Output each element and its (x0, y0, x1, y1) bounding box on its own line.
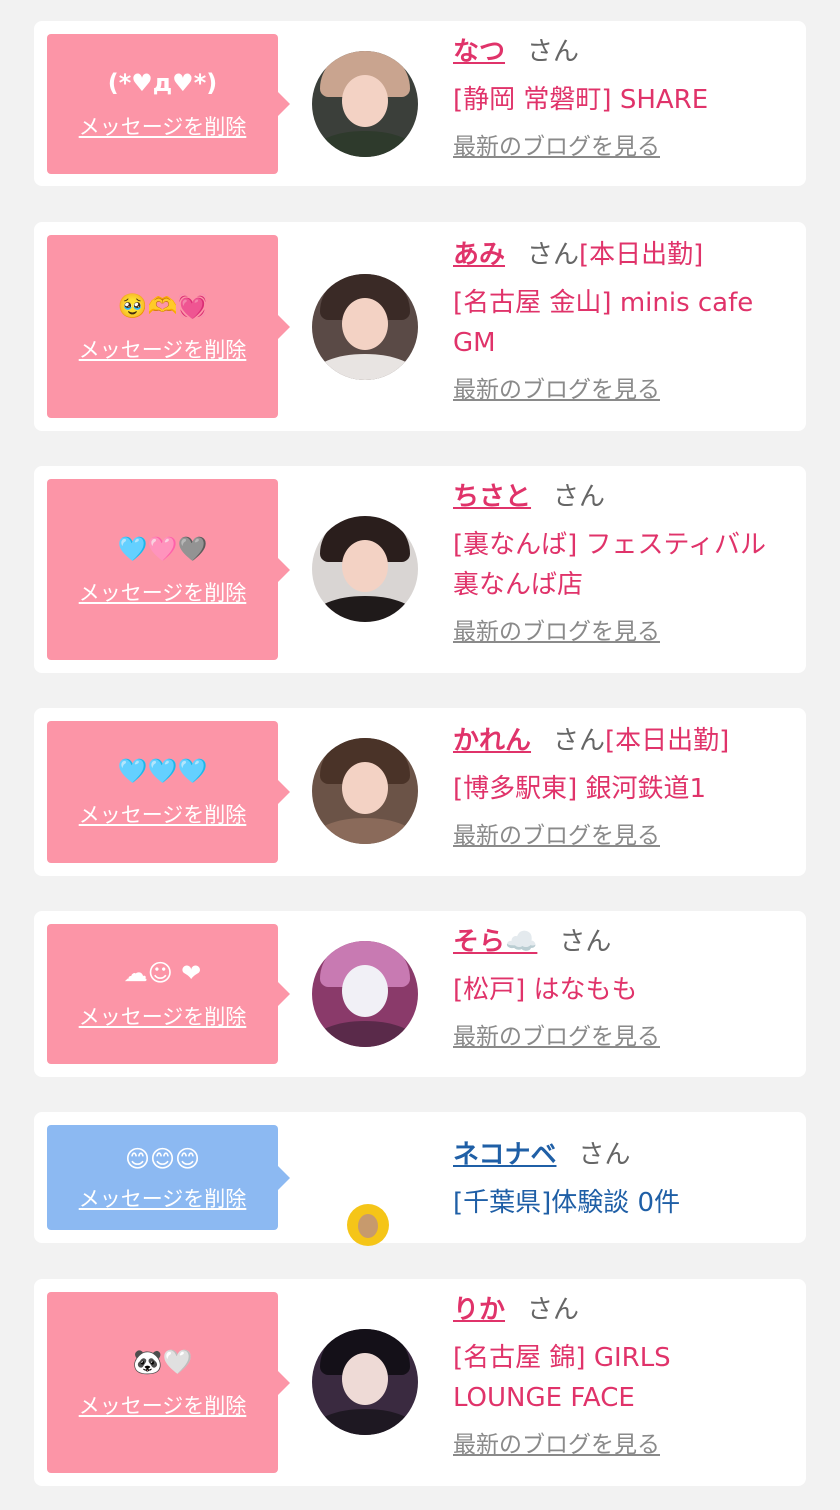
latest-blog-link[interactable]: 最新のブログを見る (453, 1022, 790, 1052)
message-text: 😊😊😊 (124, 1144, 201, 1173)
profile-name-link[interactable]: かれん (453, 726, 531, 756)
avatar[interactable] (312, 1329, 418, 1435)
shop-text: [静岡 常磐町] SHARE (453, 85, 709, 115)
shop-text: [名古屋 金山] minis cafe GM (453, 288, 754, 358)
message-card: 🐼🤍 メッセージを削除 りか さん [名古屋 錦] GIRLS LOUNGE FA… (34, 1279, 806, 1486)
avatar[interactable] (312, 274, 418, 380)
message-card: 🥹🫶💓 メッセージを削除 あみ さん[本日出勤] [名古屋 金山] minis c… (34, 222, 806, 431)
delete-message-link[interactable]: メッセージを削除 (79, 1393, 247, 1419)
name-line: そら☁️ さん (453, 925, 790, 959)
name-line: あみ さん[本日出勤] (453, 238, 790, 272)
avatar-face (342, 75, 388, 127)
name-line: かれん さん[本日出勤] (453, 724, 790, 758)
status-badge: [本日出勤] (579, 240, 704, 270)
profile-info: りか さん [名古屋 錦] GIRLS LOUNGE FACE 最新のブログを見る (453, 1293, 790, 1460)
message-text: 🩵🩵🩵 (117, 757, 208, 785)
avatar[interactable] (312, 51, 418, 157)
profile-info: あみ さん[本日出勤] [名古屋 金山] minis cafe GM 最新のブログ… (453, 238, 790, 405)
message-card: 🩵🩵🩵 メッセージを削除 かれん さん[本日出勤] [博多駅東] 銀河鉄道1 最新… (34, 708, 806, 876)
message-text: 🥹🫶💓 (117, 291, 208, 320)
avatar-face (342, 298, 388, 350)
shop-text: [千葉県]体験談 0件 (453, 1188, 681, 1218)
honorific: さん (527, 1295, 580, 1325)
profile-name-link[interactable]: ちさと (453, 482, 531, 512)
message-card: 🩵🩷🩶 メッセージを削除 ちさと さん [裏なんば] フェスティバル裏なんば店 最… (34, 466, 806, 673)
avatar[interactable] (312, 738, 418, 844)
delete-message-link[interactable]: メッセージを削除 (79, 1004, 247, 1030)
message-bubble: 🥹🫶💓 メッセージを削除 (47, 235, 290, 418)
profile-name-link[interactable]: あみ (453, 240, 505, 270)
honorific: さん (527, 240, 580, 270)
latest-blog-link[interactable]: 最新のブログを見る (453, 821, 790, 851)
avatar-body (312, 354, 418, 380)
status-badge: [本日出勤] (605, 726, 730, 756)
message-text: 🐼🤍 (132, 1347, 193, 1376)
delete-message-link[interactable]: メッセージを削除 (79, 802, 247, 828)
name-line: ちさと さん (453, 480, 790, 514)
message-bubble: (*♥д♥*) メッセージを削除 (47, 34, 290, 174)
message-text: 🩵🩷🩶 (117, 534, 208, 563)
shop-text: [博多駅東] 銀河鉄道1 (453, 774, 707, 804)
avatar-face (342, 1353, 388, 1405)
profile-name-link[interactable]: ネコナベ (453, 1140, 556, 1170)
profile-info: かれん さん[本日出勤] [博多駅東] 銀河鉄道1 最新のブログを見る (453, 724, 790, 851)
shop-text: [裏なんば] フェスティバル裏なんば店 (453, 530, 766, 600)
avatar-face (342, 965, 388, 1017)
latest-blog-link[interactable]: 最新のブログを見る (453, 132, 790, 162)
delete-message-link[interactable]: メッセージを削除 (79, 1186, 247, 1212)
message-bubble: 🩵🩵🩵 メッセージを削除 (47, 721, 290, 863)
avatar-body (312, 131, 418, 157)
avatar[interactable] (347, 1204, 389, 1246)
message-card: 😊😊😊 メッセージを削除 ネコナベ さん [千葉県]体験談 0件 (34, 1112, 806, 1246)
message-card: (*♥д♥*) メッセージを削除 なつ さん [静岡 常磐町] SHARE 最新の… (34, 21, 806, 186)
avatar-face (358, 1214, 378, 1238)
latest-blog-link[interactable]: 最新のブログを見る (453, 1430, 790, 1460)
honorific: さん (553, 482, 606, 512)
delete-message-link[interactable]: メッセージを削除 (79, 114, 247, 140)
profile-name-link[interactable]: なつ (453, 37, 505, 67)
delete-message-link[interactable]: メッセージを削除 (79, 337, 247, 363)
message-bubble: 🐼🤍 メッセージを削除 (47, 1292, 290, 1473)
name-line: りか さん (453, 1293, 790, 1327)
message-text: ☁︎☺︎ ❤︎ (123, 959, 202, 987)
latest-blog-link[interactable]: 最新のブログを見る (453, 375, 790, 405)
avatar[interactable] (312, 516, 418, 622)
avatar-body (312, 1021, 418, 1047)
profile-info: ちさと さん [裏なんば] フェスティバル裏なんば店 最新のブログを見る (453, 480, 790, 647)
honorific: さん (553, 726, 606, 756)
message-bubble: 🩵🩷🩶 メッセージを削除 (47, 479, 290, 660)
name-line: なつ さん (453, 35, 790, 69)
latest-blog-link[interactable]: 最新のブログを見る (453, 617, 790, 647)
avatar[interactable] (312, 941, 418, 1047)
delete-message-link[interactable]: メッセージを削除 (79, 580, 247, 606)
avatar-body (312, 818, 418, 844)
profile-name-link[interactable]: そら☁️ (453, 927, 537, 957)
avatar-face (342, 540, 388, 592)
shop-text: [松戸] はなもも (453, 975, 638, 1005)
honorific: さん (527, 37, 580, 67)
message-bubble: 😊😊😊 メッセージを削除 (47, 1125, 290, 1230)
honorific: さん (559, 927, 612, 957)
shop-text: [名古屋 錦] GIRLS LOUNGE FACE (453, 1343, 671, 1413)
honorific: さん (578, 1140, 631, 1170)
avatar-body (312, 596, 418, 622)
profile-info: ネコナベ さん [千葉県]体験談 0件 (453, 1138, 790, 1223)
avatar-face (342, 762, 388, 814)
profile-info: なつ さん [静岡 常磐町] SHARE 最新のブログを見る (453, 35, 790, 162)
name-line: ネコナベ さん (453, 1138, 790, 1172)
profile-info: そら☁️ さん [松戸] はなもも 最新のブログを見る (453, 925, 790, 1052)
message-text: (*♥д♥*) (107, 69, 218, 97)
message-bubble: ☁︎☺︎ ❤︎ メッセージを削除 (47, 924, 290, 1064)
avatar-body (312, 1409, 418, 1435)
profile-name-link[interactable]: りか (453, 1295, 505, 1325)
message-card: ☁︎☺︎ ❤︎ メッセージを削除 そら☁️ さん [松戸] はなもも 最新のブログ… (34, 911, 806, 1077)
